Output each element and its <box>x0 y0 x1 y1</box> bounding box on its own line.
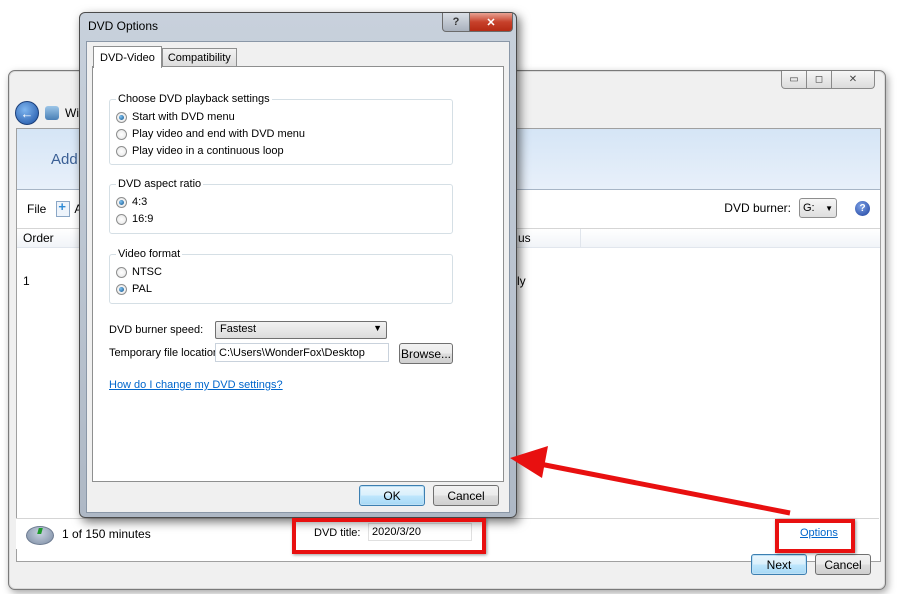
arrow-shaft <box>539 461 791 516</box>
tab-dvd-video[interactable]: DVD-Video <box>93 46 162 68</box>
arrow-head <box>510 446 548 478</box>
annotation-arrow <box>510 446 791 516</box>
